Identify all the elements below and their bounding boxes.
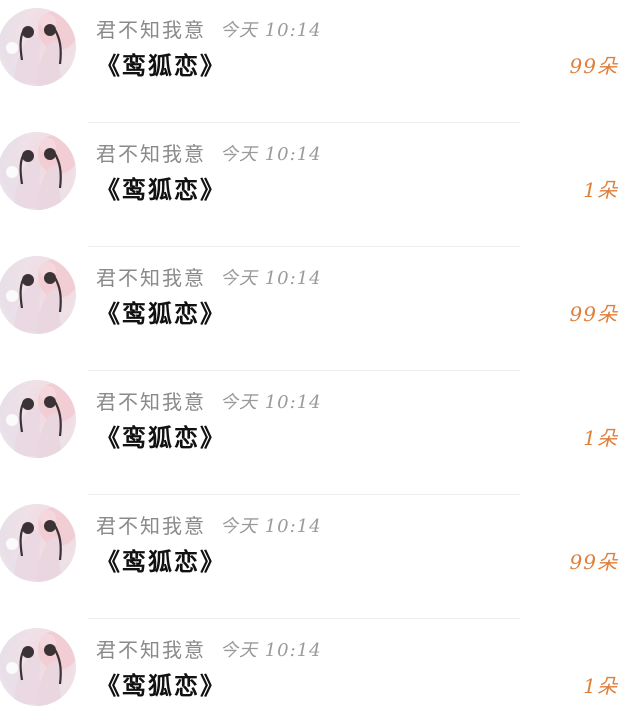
book-title[interactable]: 《鸾狐恋》 [96, 418, 226, 453]
timestamp: 今天 10:14 [220, 640, 322, 661]
timestamp: 今天 10:14 [220, 268, 322, 289]
list-item[interactable]: 君不知我意 今天 10:14 《鸾狐恋》 99朵 [0, 496, 640, 620]
list-item[interactable]: 君不知我意 今天 10:14 《鸾狐恋》 99朵 [0, 0, 640, 124]
book-title[interactable]: 《鸾狐恋》 [96, 542, 226, 577]
username[interactable]: 君不知我意 [96, 14, 206, 43]
gift-message-list: 君不知我意 今天 10:14 《鸾狐恋》 99朵 君不知我意 今天 10:14 … [0, 0, 640, 706]
avatar[interactable] [0, 504, 76, 582]
avatar[interactable] [0, 8, 76, 86]
list-item[interactable]: 君不知我意 今天 10:14 《鸾狐恋》 1朵 [0, 620, 640, 706]
list-item[interactable]: 君不知我意 今天 10:14 《鸾狐恋》 99朵 [0, 248, 640, 372]
divider [88, 618, 520, 619]
timestamp: 今天 10:14 [220, 516, 322, 537]
gift-count: 99朵 [569, 54, 618, 78]
username[interactable]: 君不知我意 [96, 262, 206, 291]
username[interactable]: 君不知我意 [96, 510, 206, 539]
gift-count: 1朵 [583, 674, 618, 698]
gift-count: 99朵 [569, 302, 618, 326]
book-title[interactable]: 《鸾狐恋》 [96, 170, 226, 205]
list-item[interactable]: 君不知我意 今天 10:14 《鸾狐恋》 1朵 [0, 124, 640, 248]
book-title[interactable]: 《鸾狐恋》 [96, 294, 226, 329]
gift-count: 1朵 [583, 178, 618, 202]
avatar[interactable] [0, 380, 76, 458]
avatar[interactable] [0, 256, 76, 334]
avatar[interactable] [0, 132, 76, 210]
username[interactable]: 君不知我意 [96, 138, 206, 167]
divider [88, 494, 520, 495]
divider [88, 122, 520, 123]
divider [88, 246, 520, 247]
avatar[interactable] [0, 628, 76, 706]
gift-count: 99朵 [569, 550, 618, 574]
username[interactable]: 君不知我意 [96, 634, 206, 663]
timestamp: 今天 10:14 [220, 392, 322, 413]
list-item[interactable]: 君不知我意 今天 10:14 《鸾狐恋》 1朵 [0, 372, 640, 496]
book-title[interactable]: 《鸾狐恋》 [96, 46, 226, 81]
username[interactable]: 君不知我意 [96, 386, 206, 415]
book-title[interactable]: 《鸾狐恋》 [96, 666, 226, 701]
timestamp: 今天 10:14 [220, 144, 322, 165]
gift-count: 1朵 [583, 426, 618, 450]
timestamp: 今天 10:14 [220, 20, 322, 41]
divider [88, 370, 520, 371]
